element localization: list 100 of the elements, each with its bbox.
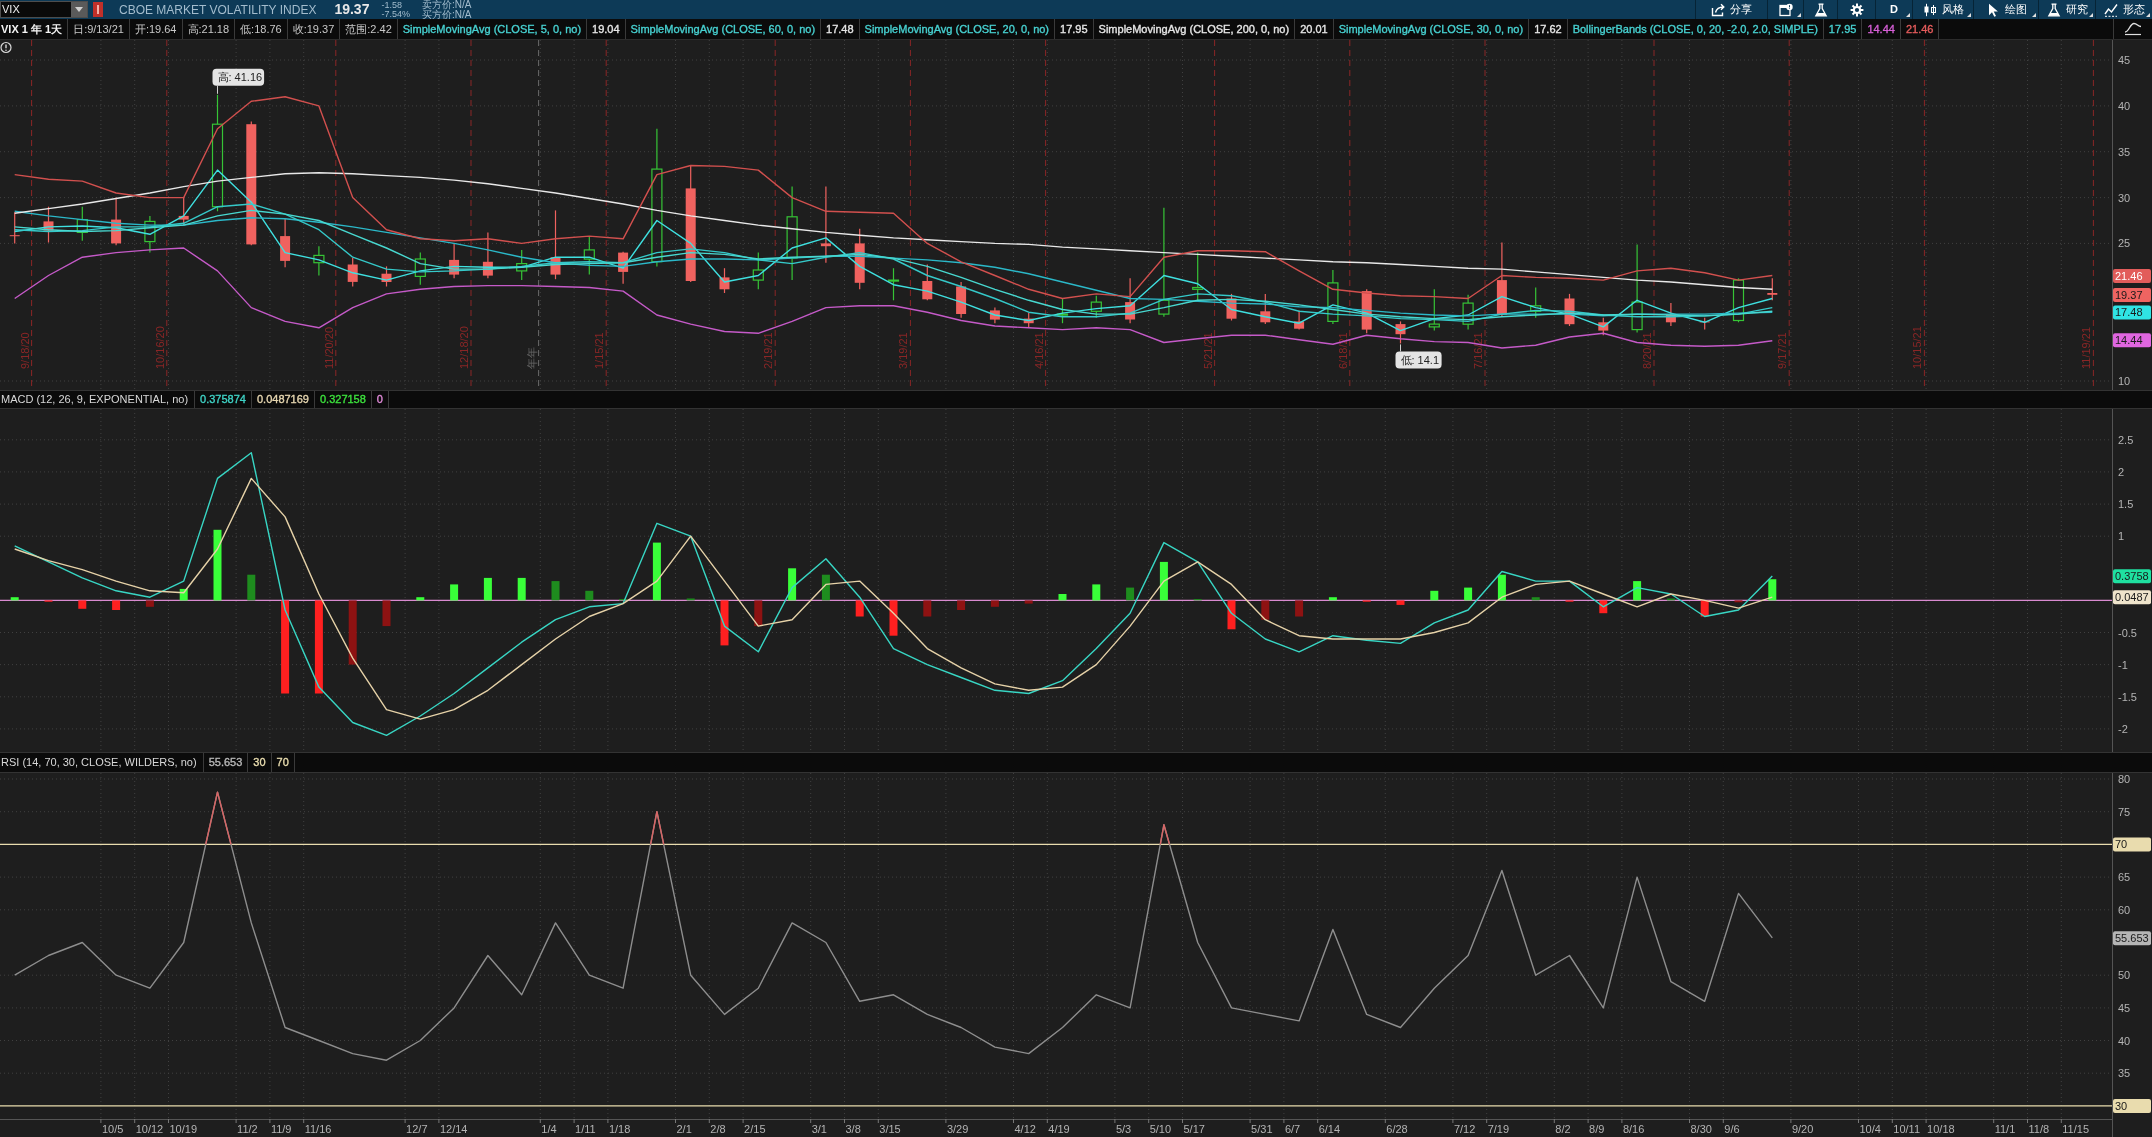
axis-label: 5/17 <box>1183 1123 1205 1135</box>
axis-label: 2/15 <box>744 1123 766 1135</box>
price-callout: 低: 14.1 <box>1395 351 1442 369</box>
chart-title: VIX 1 年 1天 <box>0 19 69 39</box>
annotation: 低: 14.1 <box>1400 353 1440 366</box>
study-label: SimpleMovingAvg (CLOSE, 30, 0, no) <box>1333 19 1530 39</box>
quote-field: 低:18.76 <box>235 19 288 39</box>
axis-label: 9/6 <box>1724 1123 1740 1135</box>
axis-label: 6/28 <box>1386 1123 1408 1135</box>
axis-label: 35 <box>2118 145 2131 158</box>
study-value: 17.95 <box>1823 19 1863 39</box>
axis-label: 2 <box>2118 465 2125 478</box>
axis-label: 3/29 <box>946 1123 969 1135</box>
value-tag: 70 <box>2113 837 2151 852</box>
value-tag: 19.37 <box>2113 288 2151 303</box>
study-value: 70 <box>271 753 295 772</box>
last-price: 19.37 <box>334 0 370 19</box>
marker-label: 1/15/21 <box>593 332 606 369</box>
axis-label: -2 <box>2118 722 2128 735</box>
study-value: 0 <box>371 391 389 408</box>
study-label: SimpleMovingAvg (CLOSE, 20, 0, no) <box>859 19 1056 39</box>
study-label: SimpleMovingAvg (CLOSE, 200, 0, no) <box>1093 19 1296 39</box>
axis-label: 6/14 <box>1318 1123 1341 1135</box>
axis-label: 5/31 <box>1251 1123 1273 1135</box>
axis-label: 1/4 <box>541 1123 557 1135</box>
study-value: 0.375874 <box>195 391 252 408</box>
axis-label: 11/9 <box>270 1123 292 1135</box>
study-value: 14.44 <box>1862 19 1901 39</box>
marker-label: 5/21/21 <box>1201 332 1214 369</box>
axis-label: 8/2 <box>1555 1123 1571 1135</box>
study-value: 20.01 <box>1295 19 1334 39</box>
quote-field: 收:19.37 <box>287 19 341 39</box>
value-tag: 17.48 <box>2113 305 2151 320</box>
quote-field: 日:9/13/21 <box>68 19 130 39</box>
axis-label: 10/12 <box>135 1123 164 1135</box>
symbol-description: CBOE MARKET VOLATILITY INDEX <box>119 1 317 19</box>
marker-label: 年年 <box>525 347 538 369</box>
marker-label: 12/18/20 <box>458 326 470 369</box>
study-value: 21.46 <box>1900 19 1940 39</box>
study-value: 0.0487169 <box>251 391 315 408</box>
marker-label: 10/16/20 <box>153 326 166 369</box>
axis-label: 11/1 <box>1994 1123 2016 1135</box>
marker-label: 2/19/21 <box>762 332 775 369</box>
axis-label: 80 <box>2118 773 2131 785</box>
axis-label: 11/8 <box>2028 1123 2050 1135</box>
quote-field: 范围:2.42 <box>340 19 398 39</box>
marker-label: 7/16/21 <box>1472 332 1484 369</box>
price-change: -1.58 <box>381 0 403 10</box>
axis-label: 12/7 <box>406 1123 428 1135</box>
study-label: SimpleMovingAvg (CLOSE, 5, 0, no) <box>397 19 588 39</box>
axis-label: 1.5 <box>2118 498 2134 511</box>
marker-label: 9/17/21 <box>1776 332 1789 369</box>
marker-label: 6/18/21 <box>1336 332 1349 369</box>
value-tag: 21.46 <box>2113 268 2151 283</box>
price-callout: 高: 41.16 <box>212 68 265 86</box>
axis-label: 10/11 <box>1893 1123 1920 1135</box>
study-value: 17.95 <box>1055 19 1094 39</box>
axis-label: 9/20 <box>1791 1123 1814 1135</box>
study-title: MACD (12, 26, 9, EXPONENTIAL, no) <box>0 391 196 408</box>
marker-label: 3/19/21 <box>897 332 910 369</box>
axis-label: 40 <box>2118 99 2131 112</box>
axis-label: 3/8 <box>845 1123 861 1135</box>
marker-label: 4/16/21 <box>1032 332 1045 369</box>
axis-label: 60 <box>2118 903 2131 916</box>
axis-label: 6/7 <box>1284 1123 1301 1135</box>
study-value: 17.62 <box>1529 19 1568 39</box>
axis-label: 3/15 <box>879 1123 901 1135</box>
marker-label: 11/19/21 <box>2080 327 2093 369</box>
axis-label: -1 <box>2118 658 2128 671</box>
axis-label: 1 <box>2118 530 2125 543</box>
value-tag: 0.3758 <box>2113 569 2151 584</box>
axis-label: 10/5 <box>101 1123 124 1135</box>
axis-label: 11/2 <box>237 1123 258 1135</box>
axis-label: 1/11 <box>575 1123 596 1135</box>
marker-label: 10/15/21 <box>1911 326 1924 369</box>
value-tag: 14.44 <box>2113 333 2151 348</box>
axis-label: 65 <box>2118 871 2131 884</box>
axis-label: 35 <box>2118 1067 2131 1080</box>
axis-label: 5/3 <box>1115 1123 1132 1135</box>
marker-label: 9/18/20 <box>18 332 31 369</box>
axis-label: 75 <box>2118 805 2131 818</box>
axis-label: -1.5 <box>2118 690 2137 703</box>
value-tag: 0.0487 <box>2113 590 2151 605</box>
axis-label: 40 <box>2118 1034 2131 1047</box>
annotation: 高: 41.16 <box>217 71 263 84</box>
marker-label: 8/20/21 <box>1641 332 1653 369</box>
ask-price: 卖方价:N/A <box>421 0 472 10</box>
study-value: 55.653 <box>203 753 249 772</box>
axis-label: 12/14 <box>439 1123 468 1135</box>
study-value: 17.48 <box>821 19 860 39</box>
study-value: 19.04 <box>587 19 626 39</box>
axis-label: 10/19 <box>169 1123 198 1135</box>
axis-label: 10 <box>2118 375 2131 387</box>
axis-label: 8/9 <box>1589 1123 1605 1135</box>
study-title: RSI (14, 70, 30, CLOSE, WILDERS, no) <box>0 753 204 772</box>
axis-label: 2/1 <box>676 1123 692 1135</box>
axis-label: 8/16 <box>1622 1123 1645 1135</box>
axis-label: 1/18 <box>608 1123 631 1135</box>
axis-label: 11/16 <box>304 1123 332 1135</box>
axis-label: 30 <box>2118 191 2131 204</box>
